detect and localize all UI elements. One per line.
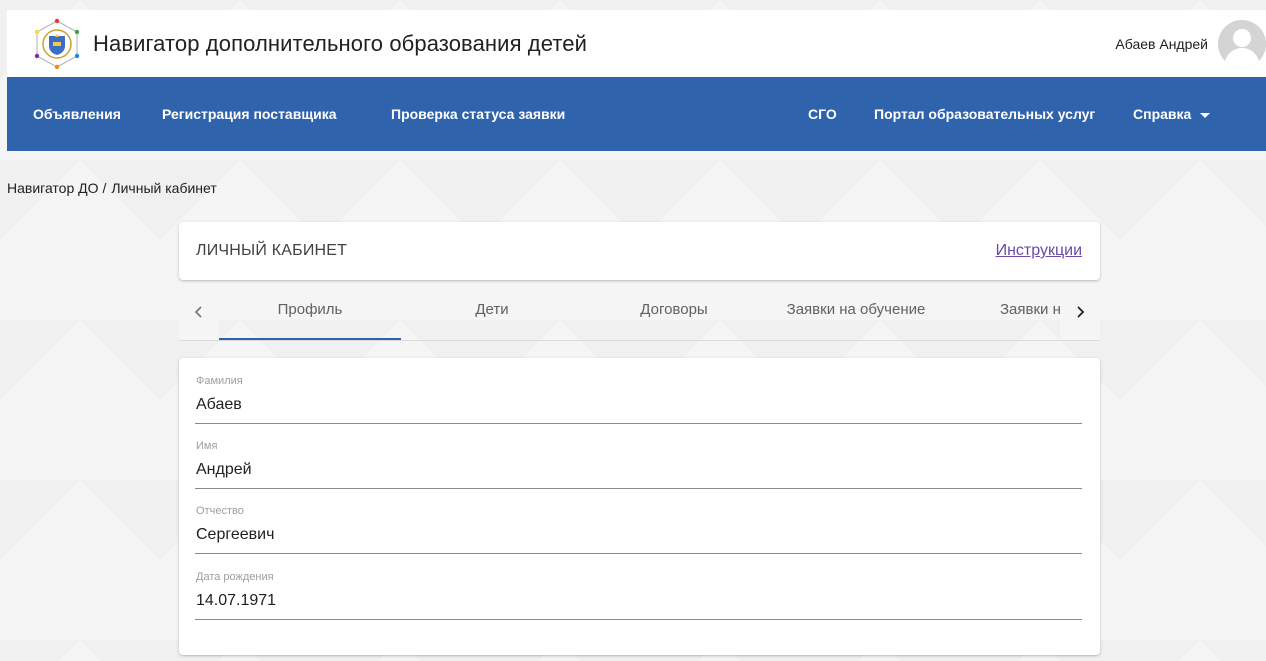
- page-title: ЛИЧНЫЙ КАБИНЕТ: [196, 242, 348, 259]
- user-avatar-icon[interactable]: [1218, 19, 1266, 68]
- breadcrumb-current: Личный кабинет: [111, 180, 217, 196]
- last-name-field[interactable]: Фамилия Абаев: [195, 375, 1082, 424]
- nav-provider-registration[interactable]: Регистрация поставщика: [162, 77, 337, 151]
- tabs-scroll-right-button[interactable]: [1060, 284, 1100, 340]
- nav-sgo[interactable]: СГО: [808, 77, 837, 151]
- tab-label: Договоры: [640, 301, 708, 318]
- chevron-right-icon: [1077, 306, 1085, 318]
- cabinet-title-card: ЛИЧНЫЙ КАБИНЕТ Инструкции: [179, 222, 1100, 280]
- field-label: Отчество: [196, 505, 244, 517]
- field-label: Дата рождения: [196, 571, 274, 583]
- first-name-field[interactable]: Имя Андрей: [195, 440, 1082, 489]
- app-title: Навигатор дополнительного образования де…: [93, 30, 587, 56]
- tab-label: Дети: [475, 301, 509, 318]
- field-label: Имя: [196, 440, 218, 452]
- breadcrumb: Навигатор ДО / Личный кабинет: [7, 180, 217, 196]
- regional-emblem-icon[interactable]: [31, 18, 83, 70]
- app-header: Навигатор дополнительного образования де…: [7, 10, 1266, 77]
- tabs-scroll-left-button[interactable]: [179, 284, 219, 340]
- nav-help-label: Справка: [1133, 106, 1192, 122]
- nav-announcements[interactable]: Объявления: [33, 77, 121, 151]
- birth-date-field[interactable]: Дата рождения 14.07.1971: [195, 571, 1082, 620]
- cabinet-tabs: Профиль Дети Договоры Заявки на обучение…: [179, 284, 1100, 341]
- user-name[interactable]: Абаев Андрей: [1115, 36, 1208, 52]
- caret-down-icon: [1200, 112, 1211, 118]
- field-value: Андрей: [196, 461, 252, 478]
- tab-applications-more[interactable]: Заявки на: [947, 284, 1060, 340]
- user-menu[interactable]: Абаев Андрей: [1115, 10, 1266, 77]
- instructions-link[interactable]: Инструкции: [996, 242, 1082, 260]
- nav-application-status-check[interactable]: Проверка статуса заявки: [391, 77, 565, 151]
- breadcrumb-separator: /: [102, 180, 107, 196]
- tab-training-applications[interactable]: Заявки на обучение: [765, 284, 947, 340]
- field-value: Сергеевич: [196, 526, 275, 543]
- field-value: 14.07.1971: [196, 592, 277, 609]
- tab-profile[interactable]: Профиль: [219, 284, 401, 340]
- tab-label: Заявки на: [1000, 301, 1060, 318]
- tab-children[interactable]: Дети: [401, 284, 583, 340]
- tab-label: Заявки на обучение: [786, 301, 926, 318]
- patronymic-field[interactable]: Отчество Сергеевич: [195, 505, 1082, 554]
- main-navbar: Объявления Регистрация поставщика Провер…: [7, 77, 1266, 151]
- breadcrumb-root[interactable]: Навигатор ДО: [7, 180, 99, 196]
- profile-form-card: Фамилия Абаев Имя Андрей Отчество Сергее…: [179, 358, 1100, 655]
- tab-label: Профиль: [277, 301, 343, 318]
- chevron-left-icon: [194, 306, 202, 318]
- nav-education-services-portal[interactable]: Портал образовательных услуг: [874, 77, 1095, 151]
- field-label: Фамилия: [196, 375, 243, 387]
- field-value: Абаев: [196, 396, 242, 413]
- tab-contracts[interactable]: Договоры: [583, 284, 765, 340]
- tabs-viewport: Профиль Дети Договоры Заявки на обучение…: [219, 284, 1060, 340]
- nav-help-dropdown[interactable]: Справка: [1133, 77, 1211, 151]
- active-tab-indicator: [219, 338, 401, 340]
